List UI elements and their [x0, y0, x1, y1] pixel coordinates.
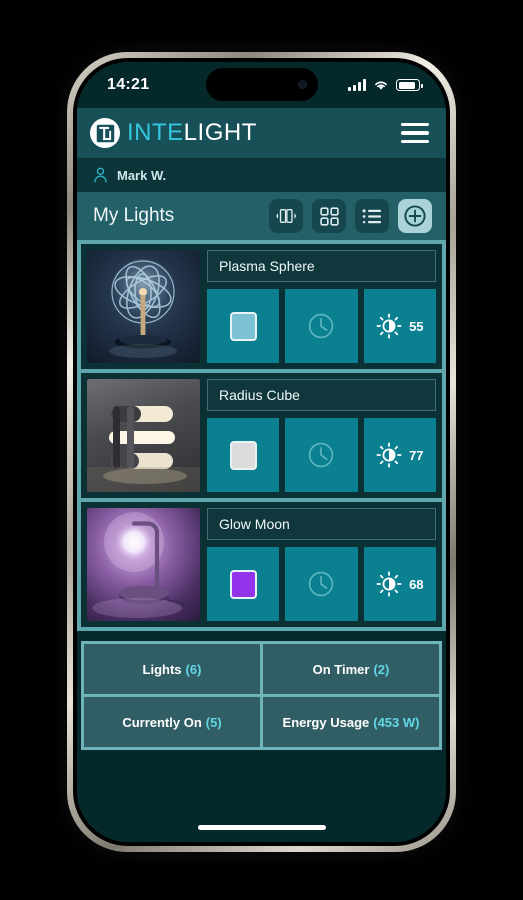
- carousel-view-icon: [276, 208, 297, 224]
- light-controls: Glow Moon 68: [207, 508, 436, 621]
- stat-value: (5): [205, 714, 222, 730]
- glow-moon-lamp-photo: [92, 512, 192, 618]
- brand-wordmark: INTELIGHT: [127, 121, 257, 145]
- light-thumbnail[interactable]: [87, 250, 200, 363]
- page-title: My Lights: [93, 205, 175, 226]
- plasma-sphere-lamp-photo: [109, 259, 177, 358]
- view-toolbar: [269, 199, 432, 233]
- light-color-button[interactable]: [207, 289, 280, 363]
- logo-badge-icon: [90, 118, 120, 148]
- light-controls: Radius Cube 77: [207, 379, 436, 492]
- stat-label: Currently On: [122, 714, 202, 730]
- grid-view-button[interactable]: [312, 199, 346, 233]
- light-timer-button[interactable]: [285, 547, 358, 621]
- light-name-field[interactable]: Plasma Sphere: [207, 250, 436, 282]
- screenshot-stage: 14:21 INTELIGHT Mark W. My Lights Plasma…: [0, 0, 523, 900]
- light-name-field[interactable]: Radius Cube: [207, 379, 436, 411]
- stats-grid: Lights (6) On Timer (2) Currently On (5)…: [81, 641, 442, 750]
- light-card[interactable]: Radius Cube 77: [81, 373, 442, 498]
- cellular-signal-icon: [348, 79, 366, 91]
- stat-on-timer[interactable]: On Timer (2): [263, 644, 439, 694]
- stat-value: (2): [373, 661, 390, 677]
- add-light-button[interactable]: [398, 199, 432, 233]
- status-bar: 14:21: [77, 62, 446, 108]
- brightness-sun-icon: [376, 571, 402, 597]
- light-brightness-button[interactable]: 68: [363, 547, 436, 621]
- front-camera-icon: [297, 80, 307, 89]
- clock-icon: [309, 442, 334, 468]
- carousel-view-button[interactable]: [269, 199, 303, 233]
- list-view-icon: [362, 208, 382, 223]
- grid-view-icon: [319, 206, 339, 226]
- stat-energy-usage[interactable]: Energy Usage (453 W): [263, 697, 439, 747]
- stat-currently-on[interactable]: Currently On (5): [84, 697, 260, 747]
- light-action-row: 77: [207, 418, 436, 492]
- person-icon: [94, 167, 107, 183]
- hamburger-menu-icon[interactable]: [401, 119, 429, 148]
- color-swatch: [229, 440, 257, 470]
- stat-value: (453 W): [373, 714, 420, 730]
- home-indicator[interactable]: [197, 825, 326, 830]
- battery-icon: [396, 79, 423, 91]
- radius-cube-lamp-photo: [87, 406, 200, 492]
- dynamic-island: [205, 68, 318, 101]
- light-controls: Plasma Sphere 55: [207, 250, 436, 363]
- stat-label: Energy Usage: [282, 714, 370, 730]
- brightness-sun-icon: [376, 442, 402, 468]
- light-brightness-button[interactable]: 77: [363, 418, 436, 492]
- app-header: INTELIGHT: [77, 108, 446, 158]
- stat-lights[interactable]: Lights (6): [84, 644, 260, 694]
- light-brightness-button[interactable]: 55: [363, 289, 436, 363]
- light-action-row: 68: [207, 547, 436, 621]
- lights-list: Plasma Sphere 55 Radius Cube 77 Glow Moo…: [77, 240, 446, 631]
- brightness-value: 77: [409, 447, 424, 463]
- list-view-button[interactable]: [355, 199, 389, 233]
- light-thumbnail[interactable]: [87, 379, 200, 492]
- wifi-icon: [375, 81, 387, 90]
- light-timer-button[interactable]: [285, 418, 358, 492]
- status-bar-indicators: [348, 79, 423, 91]
- color-swatch: [229, 569, 257, 599]
- light-action-row: 55: [207, 289, 436, 363]
- stat-label: Lights: [142, 661, 182, 677]
- brand-logo[interactable]: INTELIGHT: [90, 118, 257, 148]
- user-row[interactable]: Mark W.: [77, 158, 446, 192]
- brightness-value: 68: [409, 576, 424, 592]
- brightness-value: 55: [409, 318, 424, 334]
- clock-icon: [309, 571, 334, 597]
- light-timer-button[interactable]: [285, 289, 358, 363]
- light-name-field[interactable]: Glow Moon: [207, 508, 436, 540]
- user-name: Mark W.: [117, 167, 167, 183]
- color-swatch: [229, 311, 257, 341]
- light-thumbnail[interactable]: [87, 508, 200, 621]
- status-bar-time: 14:21: [107, 76, 150, 93]
- plus-circle-icon: [404, 205, 426, 227]
- stat-value: (6): [185, 661, 202, 677]
- brand-text-second: LIGHT: [183, 119, 257, 146]
- section-bar: My Lights: [77, 192, 446, 240]
- brightness-sun-icon: [376, 313, 402, 339]
- light-card[interactable]: Glow Moon 68: [81, 502, 442, 627]
- phone-frame: 14:21 INTELIGHT Mark W. My Lights Plasma…: [67, 52, 456, 852]
- stat-label: On Timer: [312, 661, 370, 677]
- light-color-button[interactable]: [207, 418, 280, 492]
- screen-bottom-area: [77, 750, 446, 842]
- phone-bezel: 14:21 INTELIGHT Mark W. My Lights Plasma…: [73, 58, 450, 846]
- light-card[interactable]: Plasma Sphere 55: [81, 244, 442, 369]
- clock-icon: [309, 313, 334, 339]
- brand-text-first: INTE: [127, 119, 184, 146]
- phone-screen: 14:21 INTELIGHT Mark W. My Lights Plasma…: [77, 62, 446, 842]
- light-color-button[interactable]: [207, 547, 280, 621]
